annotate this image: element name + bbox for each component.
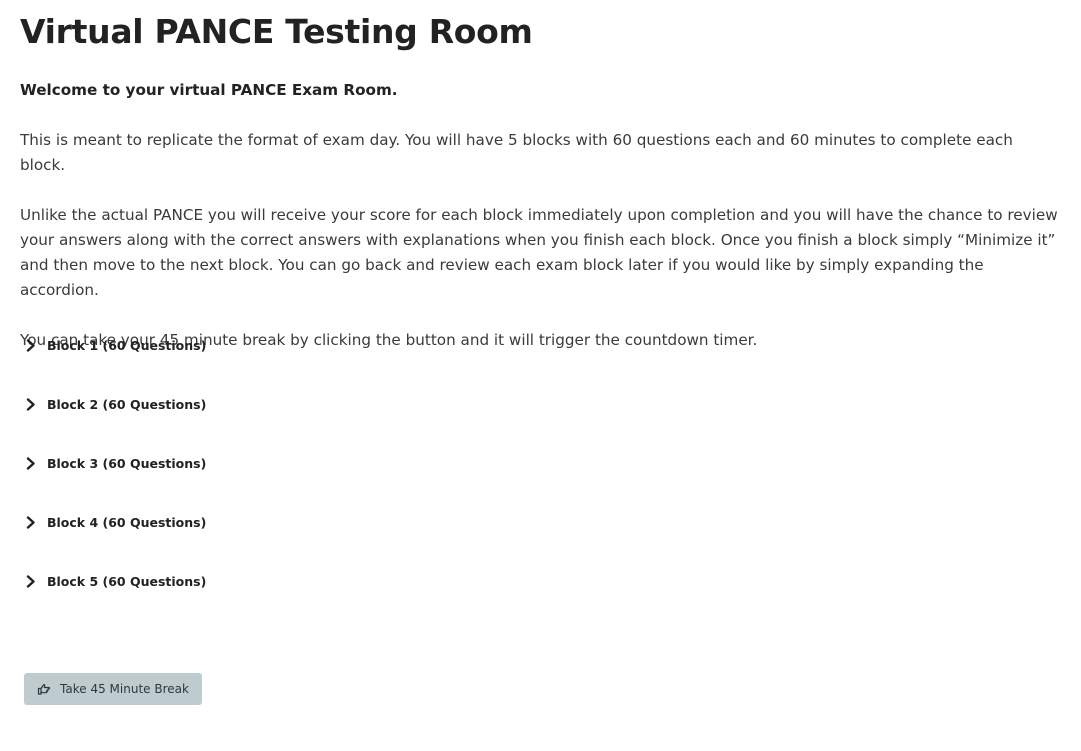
take-break-button[interactable]: Take 45 Minute Break bbox=[24, 673, 202, 705]
take-break-label: Take 45 Minute Break bbox=[60, 682, 189, 696]
accordion-toggle-block-4[interactable]: Block 4 (60 Questions) bbox=[20, 508, 620, 536]
accordion-label: Block 4 (60 Questions) bbox=[47, 514, 207, 530]
intro-paragraph-format: This is meant to replicate the format of… bbox=[20, 131, 1013, 174]
accordion-toggle-block-5[interactable]: Block 5 (60 Questions) bbox=[20, 567, 620, 595]
intro-paragraph-review: Unlike the actual PANCE you will receive… bbox=[20, 206, 1058, 299]
page-title: Virtual PANCE Testing Room bbox=[20, 12, 533, 51]
hand-pointing-icon bbox=[37, 682, 51, 696]
chevron-right-icon bbox=[24, 515, 38, 529]
accordion-toggle-block-1[interactable]: Block 1 (60 Questions) bbox=[20, 331, 620, 359]
accordion-item-block-3: Block 3 (60 Questions) bbox=[20, 449, 620, 508]
chevron-right-icon bbox=[24, 574, 38, 588]
welcome-heading: Welcome to your virtual PANCE Exam Room. bbox=[20, 81, 398, 99]
chevron-right-icon bbox=[24, 338, 38, 352]
accordion-label: Block 1 (60 Questions) bbox=[47, 337, 207, 353]
accordion-item-block-5: Block 5 (60 Questions) bbox=[20, 567, 620, 626]
accordion-toggle-block-3[interactable]: Block 3 (60 Questions) bbox=[20, 449, 620, 477]
chevron-right-icon bbox=[24, 456, 38, 470]
exam-block-accordion: Block 1 (60 Questions) Block 2 (60 Quest… bbox=[20, 331, 620, 626]
accordion-label: Block 3 (60 Questions) bbox=[47, 455, 207, 471]
accordion-item-block-4: Block 4 (60 Questions) bbox=[20, 508, 620, 567]
accordion-toggle-block-2[interactable]: Block 2 (60 Questions) bbox=[20, 390, 620, 418]
accordion-label: Block 2 (60 Questions) bbox=[47, 396, 207, 412]
accordion-label: Block 5 (60 Questions) bbox=[47, 573, 207, 589]
accordion-item-block-2: Block 2 (60 Questions) bbox=[20, 390, 620, 449]
chevron-right-icon bbox=[24, 397, 38, 411]
accordion-item-block-1: Block 1 (60 Questions) bbox=[20, 331, 620, 390]
